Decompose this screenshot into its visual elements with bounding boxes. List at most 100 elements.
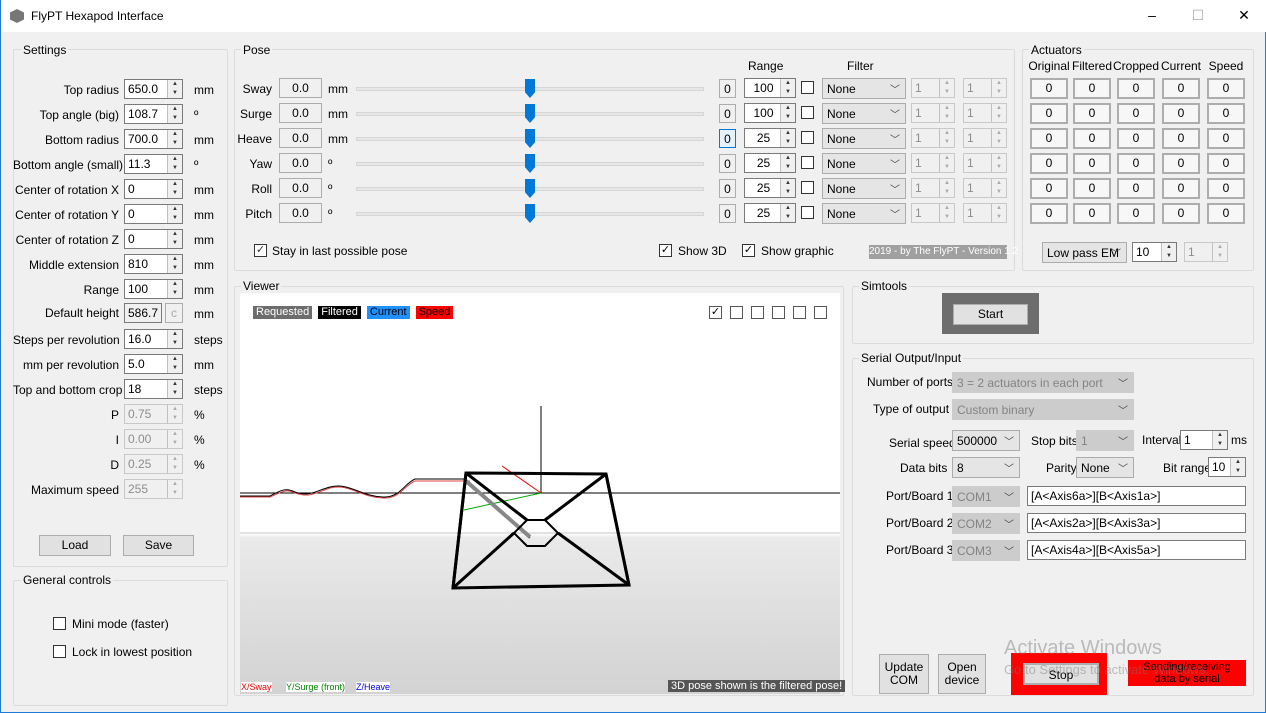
viewer-series-checkbox[interactable]	[730, 306, 743, 319]
spinner-arrows-icon[interactable]: ▲ ▼	[167, 280, 182, 298]
actuator-filter-param2[interactable]: 1 ▲ ▼	[1184, 242, 1228, 262]
close-button[interactable]: ✕	[1221, 0, 1266, 30]
viewer-series-checkbox[interactable]	[751, 306, 764, 319]
spinner-arrows-icon[interactable]: ▲ ▼	[780, 104, 795, 122]
filter-select[interactable]: None ﹀	[822, 103, 906, 124]
spinner-arrows-icon[interactable]: ▲ ▼	[167, 80, 182, 98]
setting-input[interactable]: 108.7 ▲ ▼	[124, 104, 183, 124]
load-button[interactable]: Load	[39, 535, 111, 556]
open-device-button[interactable]: Open device	[938, 654, 986, 694]
spinner-arrows-icon[interactable]: ▲ ▼	[939, 79, 954, 97]
interval-input[interactable]: 1 ▲ ▼	[1180, 430, 1228, 450]
output-type-select[interactable]: Custom binary ﹀	[952, 399, 1134, 420]
actuator-filter-select[interactable]: Low pass EM ﹀	[1042, 242, 1127, 263]
spinner-arrows-icon[interactable]: ▲ ▼	[167, 155, 182, 173]
spinner-arrows-icon[interactable]: ▲ ▼	[167, 330, 182, 348]
spinner-arrows-icon[interactable]: ▲ ▼	[167, 380, 182, 398]
port-format-input[interactable]: [A<Axis6a>][B<Axis1a>]	[1027, 486, 1246, 506]
spinner-arrows-icon[interactable]: ▲ ▼	[1212, 431, 1227, 449]
spinner-arrows-icon[interactable]: ▲ ▼	[939, 154, 954, 172]
viewer-series-checkbox[interactable]	[814, 306, 827, 319]
save-button[interactable]: Save	[123, 535, 194, 556]
zero-button[interactable]: 0	[719, 179, 736, 198]
setting-input[interactable]: 18 ▲ ▼	[124, 379, 183, 399]
spinner-arrows-icon[interactable]: ▲ ▼	[167, 480, 182, 498]
spinner-arrows-icon[interactable]: ▲ ▼	[167, 255, 182, 273]
spinner-arrows-icon[interactable]: ▲ ▼	[780, 154, 795, 172]
spinner-arrows-icon[interactable]: ▲ ▼	[780, 129, 795, 147]
lock-lowest-checkbox[interactable]	[53, 645, 66, 658]
num-ports-select[interactable]: 3 = 2 actuators in each port ﹀	[952, 372, 1134, 393]
show-3d-checkbox[interactable]: ✓	[659, 244, 672, 257]
zero-button[interactable]: 0	[719, 204, 736, 223]
range-input[interactable]: 100 ▲ ▼	[744, 103, 796, 123]
filter-select[interactable]: None ﹀	[822, 153, 906, 174]
bit-range-input[interactable]: 10 ▲ ▼	[1208, 457, 1246, 477]
filter-enable-checkbox[interactable]	[801, 81, 814, 94]
filter-param-input[interactable]: 1 ▲ ▼	[911, 103, 955, 123]
filter-enable-checkbox[interactable]	[801, 106, 814, 119]
port-format-input[interactable]: [A<Axis4a>][B<Axis5a>]	[1027, 540, 1246, 560]
viewer-series-checkbox[interactable]	[793, 306, 806, 319]
range-input[interactable]: 100 ▲ ▼	[744, 78, 796, 98]
spinner-arrows-icon[interactable]: ▲ ▼	[991, 129, 1006, 147]
filter-param-input[interactable]: 1 ▲ ▼	[911, 203, 955, 223]
setting-input[interactable]: 0.25 ▲ ▼	[124, 454, 183, 474]
spinner-arrows-icon[interactable]: ▲ ▼	[991, 179, 1006, 197]
filter-param-input[interactable]: 1 ▲ ▼	[963, 103, 1007, 123]
update-com-button[interactable]: Update COM	[879, 654, 929, 694]
spinner-arrows-icon[interactable]: ▲ ▼	[1212, 243, 1227, 261]
setting-input[interactable]: 0.00 ▲ ▼	[124, 429, 183, 449]
spinner-arrows-icon[interactable]: ▲ ▼	[991, 79, 1006, 97]
setting-input[interactable]: 0 ▲ ▼	[124, 204, 183, 224]
setting-input[interactable]: 810 ▲ ▼	[124, 254, 183, 274]
default-height-calc-button[interactable]: c	[165, 303, 183, 323]
filter-enable-checkbox[interactable]	[801, 206, 814, 219]
legend-filtered[interactable]: Filtered	[318, 306, 361, 319]
spinner-arrows-icon[interactable]: ▲ ▼	[167, 180, 182, 198]
minimize-button[interactable]: –	[1129, 0, 1175, 30]
spinner-arrows-icon[interactable]: ▲ ▼	[167, 455, 182, 473]
filter-param-input[interactable]: 1 ▲ ▼	[963, 203, 1007, 223]
setting-input[interactable]: 0 ▲ ▼	[124, 229, 183, 249]
spinner-arrows-icon[interactable]: ▲ ▼	[939, 179, 954, 197]
show-graphic-checkbox[interactable]: ✓	[742, 244, 755, 257]
setting-input[interactable]: 0.75 ▲ ▼	[124, 404, 183, 424]
legend-speed[interactable]: Speed	[415, 306, 454, 319]
parity-select[interactable]: None ﹀	[1076, 457, 1134, 478]
filter-enable-checkbox[interactable]	[801, 131, 814, 144]
setting-input[interactable]: 255 ▲ ▼	[124, 479, 183, 499]
spinner-arrows-icon[interactable]: ▲ ▼	[1230, 458, 1245, 476]
filter-select[interactable]: None ﹀	[822, 128, 906, 149]
filter-param-input[interactable]: 1 ▲ ▼	[911, 128, 955, 148]
legend-requested[interactable]: Requested	[253, 306, 313, 319]
start-button[interactable]: Start	[953, 304, 1028, 325]
range-input[interactable]: 25 ▲ ▼	[744, 128, 796, 148]
spinner-arrows-icon[interactable]: ▲ ▼	[167, 355, 182, 373]
spinner-arrows-icon[interactable]: ▲ ▼	[167, 130, 182, 148]
spinner-arrows-icon[interactable]: ▲ ▼	[939, 129, 954, 147]
setting-input[interactable]: 5.0 ▲ ▼	[124, 354, 183, 374]
filter-enable-checkbox[interactable]	[801, 156, 814, 169]
filter-param-input[interactable]: 1 ▲ ▼	[963, 128, 1007, 148]
actuator-filter-param[interactable]: 10 ▲ ▼	[1132, 242, 1177, 262]
filter-param-input[interactable]: 1 ▲ ▼	[963, 153, 1007, 173]
filter-param-input[interactable]: 1 ▲ ▼	[911, 153, 955, 173]
data-bits-select[interactable]: 8 ﹀	[952, 457, 1020, 478]
spinner-arrows-icon[interactable]: ▲ ▼	[991, 104, 1006, 122]
spinner-arrows-icon[interactable]: ▲ ▼	[1161, 243, 1176, 261]
setting-input[interactable]: 0 ▲ ▼	[124, 179, 183, 199]
viewer-canvas[interactable]	[240, 293, 840, 694]
filter-select[interactable]: None ﹀	[822, 178, 906, 199]
zero-button[interactable]: 0	[719, 154, 736, 173]
spinner-arrows-icon[interactable]: ▲ ▼	[167, 105, 182, 123]
serial-speed-select[interactable]: 500000 ﹀	[952, 430, 1020, 451]
port-format-input[interactable]: [A<Axis2a>][B<Axis3a>]	[1027, 513, 1246, 533]
spinner-arrows-icon[interactable]: ▲ ▼	[939, 204, 954, 222]
zero-button[interactable]: 0	[719, 129, 736, 148]
spinner-arrows-icon[interactable]: ▲ ▼	[991, 204, 1006, 222]
range-input[interactable]: 25 ▲ ▼	[744, 203, 796, 223]
zero-button[interactable]: 0	[719, 104, 736, 123]
spinner-arrows-icon[interactable]: ▲ ▼	[167, 430, 182, 448]
zero-button[interactable]: 0	[719, 79, 736, 98]
